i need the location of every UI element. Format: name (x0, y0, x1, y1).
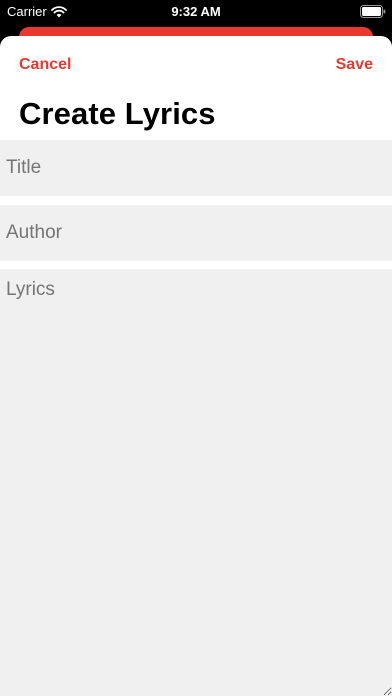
status-time: 9:32 AM (171, 4, 221, 19)
create-lyrics-sheet: Cancel Save Create Lyrics (0, 36, 392, 696)
save-button[interactable]: Save (336, 56, 373, 74)
author-input[interactable] (0, 205, 392, 261)
status-bar: Carrier 9:32 AM (0, 0, 392, 24)
page-title: Create Lyrics (19, 96, 216, 131)
navigation-bar: Cancel Save (0, 36, 392, 92)
status-right (360, 5, 386, 18)
title-input[interactable] (0, 140, 392, 196)
cancel-button[interactable]: Cancel (19, 56, 71, 74)
battery-icon (360, 5, 386, 18)
lyrics-textarea[interactable] (0, 269, 392, 696)
